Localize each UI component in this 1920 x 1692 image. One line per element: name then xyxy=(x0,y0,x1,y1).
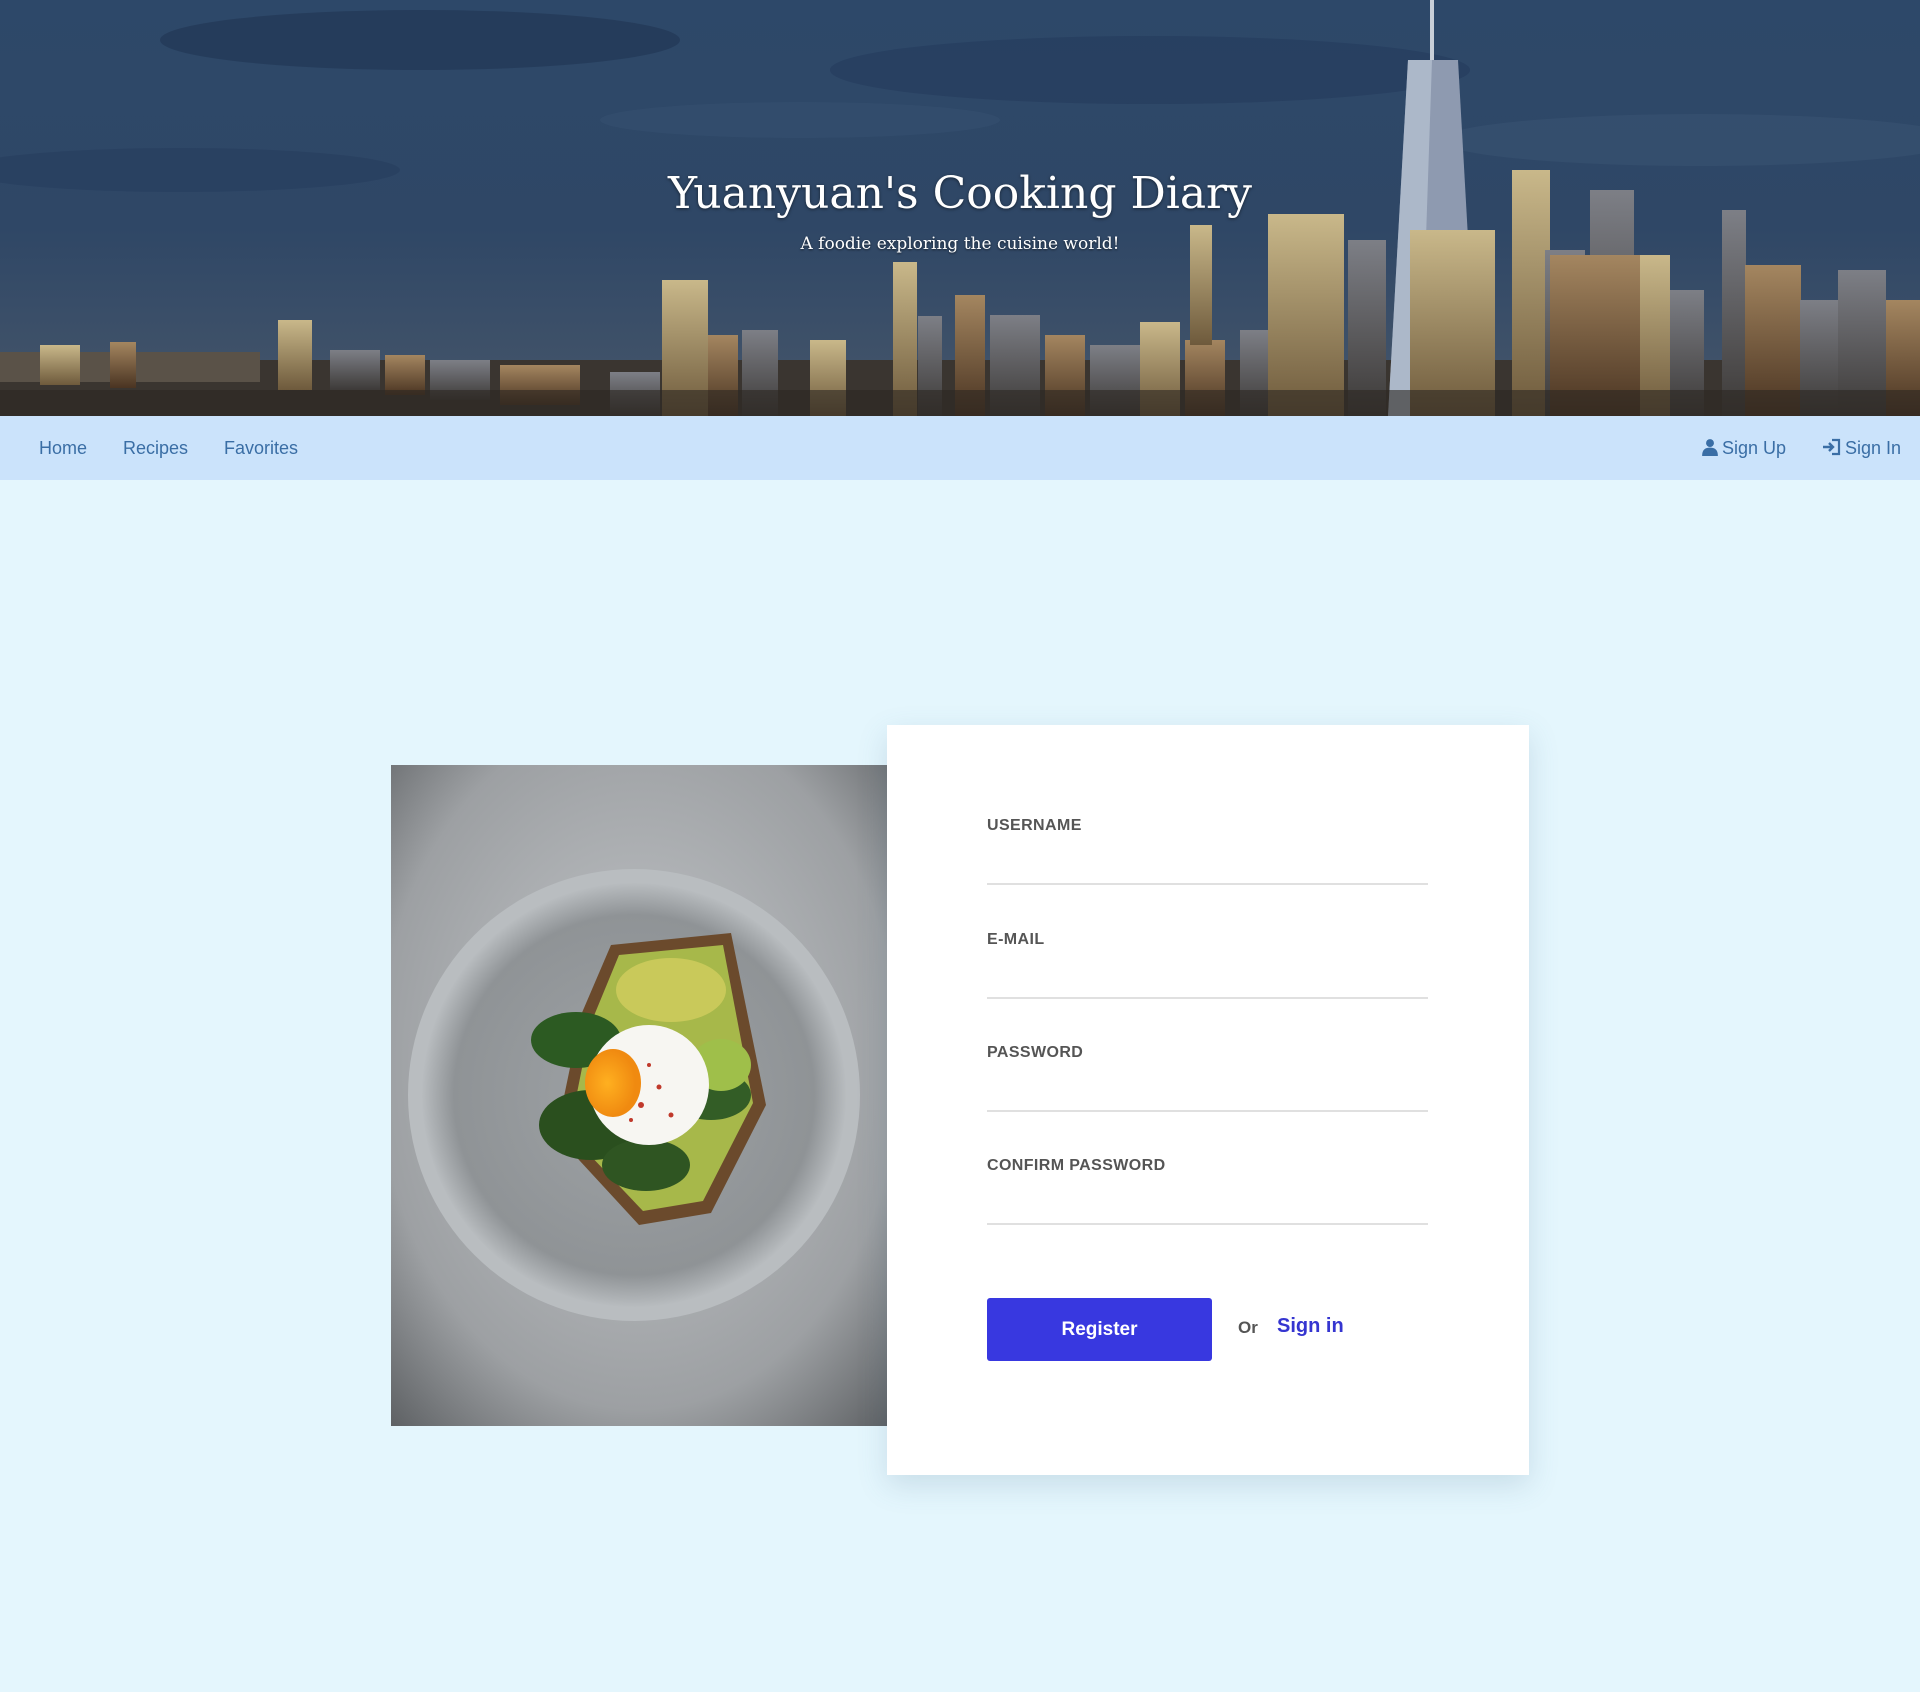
site-title: Yuanyuan's Cooking Diary xyxy=(668,168,1252,219)
navbar: Home Recipes Favorites Sign Up Sign In xyxy=(0,416,1920,480)
email-field: E-MAIL xyxy=(987,931,1428,999)
password-input[interactable] xyxy=(987,1068,1428,1112)
nav-sign-in-label: Sign In xyxy=(1845,438,1902,458)
confirm-password-field: CONFIRM PASSWORD xyxy=(987,1157,1428,1225)
nav-favorites[interactable]: Favorites xyxy=(224,416,298,480)
register-card: USERNAME E-MAIL PASSWORD CONFIRM PASSWOR… xyxy=(887,725,1529,1475)
nav-sign-in[interactable]: Sign In xyxy=(1822,416,1901,480)
register-button[interactable]: Register xyxy=(987,1298,1212,1361)
nav-recipes[interactable]: Recipes xyxy=(123,416,188,480)
hero-banner: Yuanyuan's Cooking Diary A foodie explor… xyxy=(0,0,1920,416)
username-field: USERNAME xyxy=(987,817,1428,885)
or-text: Or xyxy=(1238,1318,1258,1337)
avocado-toast-image xyxy=(391,765,887,1426)
sign-in-icon xyxy=(1822,418,1842,482)
nav-home[interactable]: Home xyxy=(39,416,87,480)
site-subtitle: A foodie exploring the cuisine world! xyxy=(800,234,1120,254)
confirm-password-label: CONFIRM PASSWORD xyxy=(987,1157,1166,1174)
username-input[interactable] xyxy=(987,841,1428,885)
email-label: E-MAIL xyxy=(987,931,1045,948)
email-input[interactable] xyxy=(987,955,1428,999)
password-label: PASSWORD xyxy=(987,1044,1084,1061)
username-label: USERNAME xyxy=(987,817,1082,834)
user-icon xyxy=(1701,418,1719,482)
nav-sign-up-label: Sign Up xyxy=(1722,438,1787,458)
sign-in-link[interactable]: Sign in xyxy=(1277,1315,1344,1338)
password-field: PASSWORD xyxy=(987,1044,1428,1112)
confirm-password-input[interactable] xyxy=(987,1181,1428,1225)
nav-sign-up[interactable]: Sign Up xyxy=(1701,416,1786,480)
food-photo xyxy=(391,765,887,1426)
